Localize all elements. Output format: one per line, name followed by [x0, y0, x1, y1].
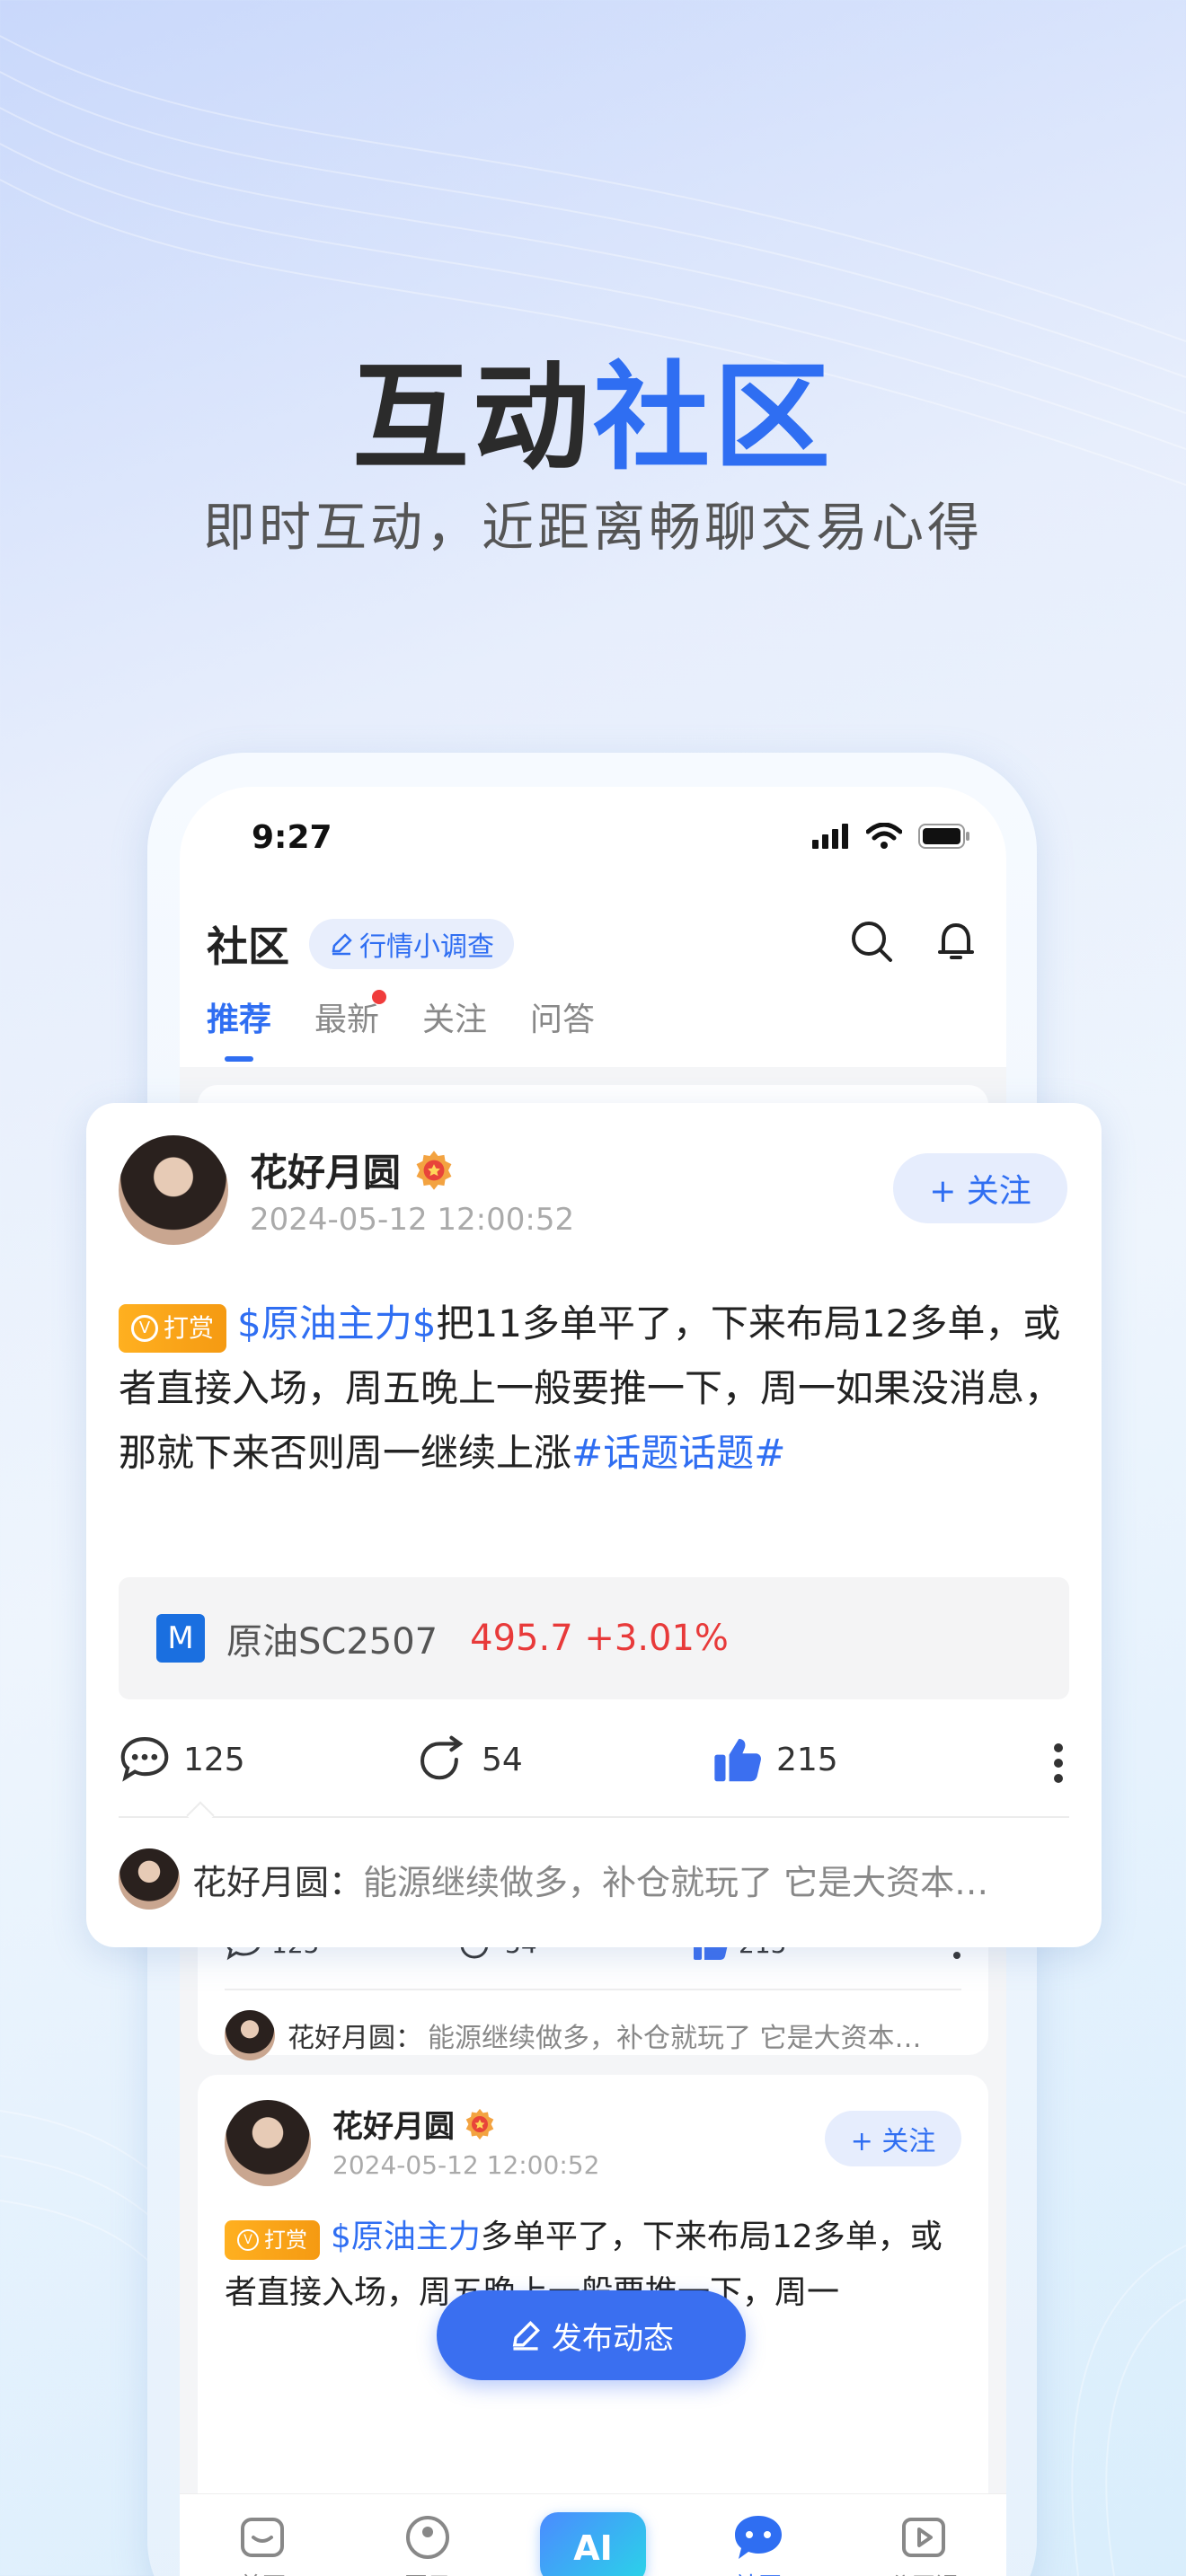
publish-label: 发布动态 [552, 2320, 674, 2357]
bottom-nav: 首页 圈子 AI 社区 公开课 [180, 2493, 1006, 2576]
divider [225, 1989, 961, 1990]
nav-circle[interactable]: 圈子 [369, 2512, 486, 2576]
author-name: 花好月圆 [332, 2109, 455, 2145]
header-actions [848, 918, 979, 965]
comment-author: 花好月圆： [288, 2023, 422, 2054]
comment-icon [120, 1737, 169, 1782]
coin-icon: V [237, 2229, 259, 2251]
repost-icon [420, 1735, 464, 1780]
tab-label: 问答 [530, 1001, 596, 1038]
comment-text: 能源继续做多，补仓就玩了 它是大资本… [428, 2023, 922, 2054]
post-time: 2024-05-12 12:00:52 [250, 1202, 575, 1238]
author-name: 花好月圆 [250, 1151, 402, 1195]
tip-badge[interactable]: V 打赏 [119, 1304, 227, 1353]
tab-qa[interactable]: 问答 [530, 993, 595, 1062]
post-body: V 打赏 $原油主力$把11多单平了，下来布局12多单，或者直接入场，周五晚上一般要… [119, 1292, 1071, 1486]
survey-chip[interactable]: 行情小调查 [309, 919, 514, 969]
ai-button: AI [540, 2512, 646, 2576]
hero-subtitle: 即时互动，近距离畅聊交易心得 [202, 497, 983, 558]
circle-icon [406, 2516, 449, 2559]
publish-post-button[interactable]: 发布动态 [437, 2290, 746, 2380]
hero-title-accent: 社区 [593, 349, 835, 486]
follow-button[interactable]: + 关注 [893, 1153, 1067, 1223]
hero-title: 互动社区 [0, 323, 1186, 492]
tab-recommend[interactable]: 推荐 [207, 993, 271, 1062]
author-name-row: 花好月圆 [332, 2102, 496, 2146]
nav-ai[interactable]: AI [535, 2512, 651, 2576]
medal-icon [416, 1150, 452, 1190]
avatar[interactable] [119, 1135, 228, 1245]
battery-icon [918, 824, 969, 849]
more-icon[interactable] [1053, 1742, 1064, 1784]
nav-label: 社区 [735, 2568, 782, 2576]
chat-bubble-icon [735, 2516, 782, 2559]
like-count: 215 [776, 1741, 838, 1778]
tip-badge[interactable]: V 打赏 [225, 2220, 320, 2260]
quote-name: 原油SC2507 [226, 1621, 438, 1663]
topic-tag[interactable]: $原油主力$ [237, 1301, 436, 1345]
app-header: 社区 行情小调查 [207, 913, 979, 975]
search-icon[interactable] [848, 918, 895, 965]
tip-badge-label: 打赏 [164, 1313, 215, 1343]
tip-badge-label: 打赏 [264, 2228, 307, 2253]
comment-action[interactable]: 125 [119, 1735, 245, 1784]
avatar [119, 1848, 180, 1910]
medal-icon [465, 2108, 494, 2139]
play-icon [902, 2518, 945, 2557]
tab-latest[interactable]: 最新 [314, 990, 387, 1062]
wifi-icon [866, 823, 902, 849]
nav-community[interactable]: 社区 [700, 2512, 817, 2576]
topic-tag[interactable]: $原油主力 [331, 2219, 481, 2255]
like-action[interactable]: 215 [712, 1735, 838, 1784]
feed-tabs: 推荐 最新 关注 问答 [207, 990, 595, 1062]
nav-label: 圈子 [404, 2568, 451, 2576]
comment-pointer [186, 1801, 215, 1830]
quote-price: 495.7 +3.01% [470, 1618, 729, 1659]
status-icons [812, 823, 970, 850]
status-bar: 9:27 [180, 819, 1006, 873]
unread-dot [372, 990, 387, 1004]
stock-quote-card[interactable]: M 原油SC2507 495.7 +3.01% [119, 1577, 1069, 1699]
repost-action[interactable]: 54 [417, 1735, 523, 1784]
page-title: 社区 [207, 922, 289, 971]
edit-icon [512, 2321, 540, 2351]
hashtag[interactable]: #话题话题# [571, 1431, 785, 1475]
repost-count: 54 [482, 1741, 523, 1778]
comment-text: 能源继续做多，补仓就玩了 它是大资本… [363, 1862, 989, 1902]
tab-label: 最新 [314, 1001, 380, 1038]
featured-post-card[interactable]: 花好月圆 2024-05-12 12:00:52 + 关注 V 打赏 $原油主力$把… [86, 1103, 1102, 1947]
home-icon [241, 2518, 284, 2557]
avatar [225, 2010, 275, 2060]
thumbs-up-icon [714, 1739, 762, 1782]
comment-count: 125 [183, 1741, 245, 1778]
top-comment[interactable]: 花好月圆： 能源继续做多，补仓就玩了 它是大资本… [119, 1848, 1069, 1910]
nav-home[interactable]: 首页 [204, 2512, 321, 2576]
tab-label: 关注 [422, 1001, 488, 1038]
comment-author: 花好月圆： [192, 1862, 364, 1902]
post-actions: 125 54 215 [119, 1735, 1069, 1798]
post-time: 2024-05-12 12:00:52 [332, 2150, 600, 2180]
status-time: 9:27 [252, 819, 332, 856]
top-comment[interactable]: 花好月圆： 能源继续做多，补仓就玩了 它是大资本… [225, 2010, 961, 2060]
survey-chip-label: 行情小调查 [359, 931, 494, 963]
nav-label: 公开课 [889, 2568, 959, 2576]
tab-label: 推荐 [207, 1001, 272, 1038]
tab-following[interactable]: 关注 [422, 993, 487, 1062]
nav-label: 首页 [239, 2568, 286, 2576]
coin-icon: V [131, 1315, 158, 1342]
avatar [225, 2100, 311, 2186]
hero-title-main: 互动 [351, 349, 593, 486]
edit-icon [332, 933, 352, 956]
bell-icon[interactable] [933, 918, 979, 965]
nav-course[interactable]: 公开课 [865, 2512, 982, 2576]
follow-button[interactable]: + 关注 [825, 2111, 961, 2166]
author-name-row: 花好月圆 [250, 1142, 455, 1197]
signal-icon [812, 824, 848, 849]
market-icon: M [156, 1614, 205, 1663]
divider [119, 1816, 1069, 1818]
